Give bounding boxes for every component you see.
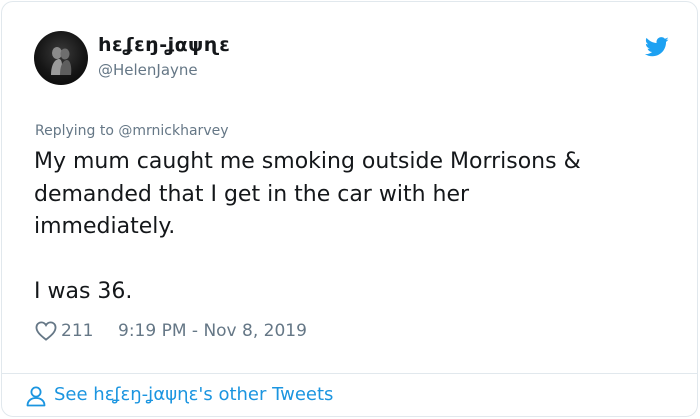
see-other-tweets-label[interactable]: See hɛʆɛŋ-ʝαψɳɛ's other Tweets xyxy=(54,384,333,405)
tweet-header: hɛʆɛŋ-ʝαψɳɛ @HelenJayne xyxy=(34,31,674,91)
twitter-bird-icon[interactable] xyxy=(645,37,669,57)
divider xyxy=(2,373,697,374)
user-handle[interactable]: @HelenJayne xyxy=(98,61,198,79)
display-name[interactable]: hɛʆɛŋ-ʝαψɳɛ xyxy=(98,34,230,56)
replying-to-label: Replying to xyxy=(35,123,114,139)
replying-to-line: Replying to @mrnickharvey xyxy=(35,123,229,139)
avatar-image xyxy=(51,47,72,75)
replying-to-handle[interactable]: @mrnickharvey xyxy=(118,123,228,139)
tweet-text: My mum caught me smoking outside Morriso… xyxy=(34,149,581,304)
tweet-timestamp[interactable]: 9:19 PM - Nov 8, 2019 xyxy=(118,321,307,341)
heart-icon[interactable] xyxy=(35,321,57,341)
like-count[interactable]: 211 xyxy=(61,321,93,341)
avatar[interactable] xyxy=(34,31,88,85)
person-icon xyxy=(26,386,46,407)
embedded-tweet-card: hɛʆɛŋ-ʝαψɳɛ @HelenJayne Replying to @mrn… xyxy=(1,1,698,417)
